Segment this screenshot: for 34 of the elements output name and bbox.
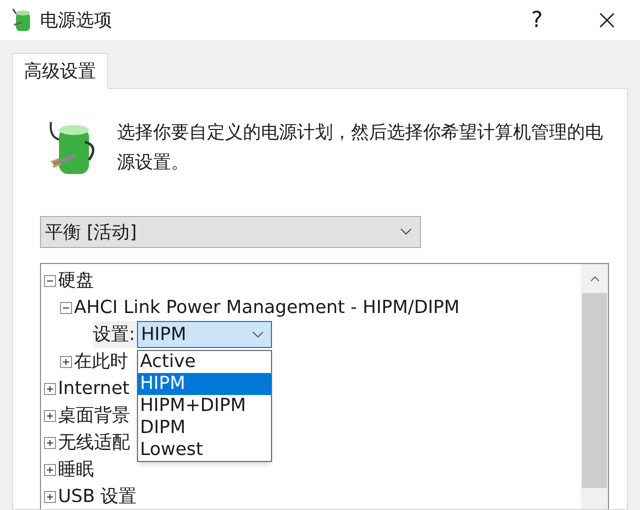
scroll-up-icon[interactable] xyxy=(590,276,600,282)
tree-item[interactable]: 桌面背景 xyxy=(58,402,130,429)
expand-icon[interactable] xyxy=(44,490,56,502)
tree-item[interactable]: 睡眠 xyxy=(58,456,94,483)
description-text: 选择你要自定义的电源计划，然后选择你希望计算机管理的电源设置。 xyxy=(117,121,604,175)
expand-icon[interactable] xyxy=(44,410,56,422)
tree-item[interactable]: 硬盘 xyxy=(58,267,94,294)
dropdown-option[interactable]: HIPM+DIPM xyxy=(138,395,271,417)
chevron-down-icon xyxy=(400,228,412,236)
dropdown-option[interactable]: Active xyxy=(138,351,271,373)
chevron-down-icon xyxy=(252,330,264,338)
window-title: 电源选项 xyxy=(40,8,112,32)
dropdown-option[interactable]: DIPM xyxy=(138,417,271,439)
scrollbar[interactable] xyxy=(581,264,608,509)
tab[interactable]: 高级设置 xyxy=(12,53,108,89)
expand-icon[interactable] xyxy=(44,436,56,448)
collapse-icon[interactable] xyxy=(60,302,72,314)
tree-item[interactable]: USB 设置 xyxy=(58,483,137,510)
expand-icon[interactable] xyxy=(44,382,56,394)
help-button[interactable]: ? xyxy=(514,2,560,38)
setting-label: 设置: xyxy=(93,321,137,348)
plan-dropdown[interactable]: 平衡 [活动] xyxy=(40,216,421,248)
tree-item[interactable]: AHCI Link Power Management - HIPM/DIPM xyxy=(74,294,460,321)
tree-item[interactable]: 无线适配 xyxy=(58,429,130,456)
tree-item[interactable]: Internet xyxy=(58,375,130,402)
close-button[interactable]: × xyxy=(584,2,630,38)
setting-dropdown[interactable]: HIPM xyxy=(137,321,272,348)
dropdown-option[interactable]: HIPM xyxy=(138,373,271,395)
expand-icon[interactable] xyxy=(60,356,72,368)
dropdown-option[interactable]: Lowest xyxy=(138,439,271,461)
collapse-icon[interactable] xyxy=(44,274,56,286)
tree-item[interactable]: 在此时 xyxy=(74,348,128,375)
expand-icon[interactable] xyxy=(44,464,56,476)
scrollbar-thumb[interactable] xyxy=(582,293,607,488)
